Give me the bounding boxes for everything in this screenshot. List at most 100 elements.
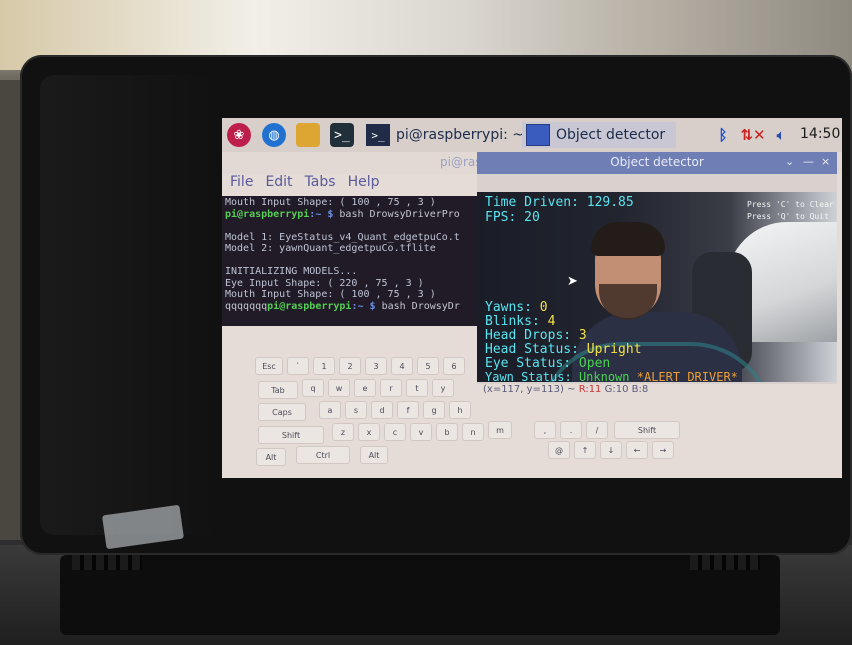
mouse-cursor-icon: ➤ xyxy=(567,274,578,289)
taskbar: ❀ ◍ >_ >_ pi@raspberrypi: ~ Object detec… xyxy=(222,118,842,153)
key-e[interactable]: e xyxy=(354,379,376,397)
key-alt-right[interactable]: Alt xyxy=(360,446,388,464)
terminal-line: Mouth Input Shape: ( 100 , 75 , 3 ) xyxy=(225,289,436,300)
key-tab[interactable]: Tab xyxy=(258,381,298,399)
key-x[interactable]: x xyxy=(358,423,380,441)
key-b[interactable]: b xyxy=(436,423,458,441)
key-c[interactable]: c xyxy=(384,423,406,441)
key-z[interactable]: z xyxy=(332,423,354,441)
yawns-value: 0 xyxy=(539,300,548,315)
key-caps[interactable]: Caps xyxy=(258,403,306,421)
pixel-blue: B:8 xyxy=(631,384,649,395)
key-a[interactable]: a xyxy=(319,401,341,419)
key-3[interactable]: 3 xyxy=(365,357,387,375)
key-h[interactable]: h xyxy=(449,401,471,419)
key-4[interactable]: 4 xyxy=(391,357,413,375)
terminal-title: pi@ras xyxy=(440,155,482,169)
device-bezel-sheen xyxy=(40,75,220,535)
blinks-value: 4 xyxy=(547,314,556,329)
head-drops-value: 3 xyxy=(578,328,587,343)
key-t[interactable]: t xyxy=(406,379,428,397)
key-f[interactable]: f xyxy=(397,401,419,419)
key-comma[interactable]: , xyxy=(534,421,556,439)
key-slash[interactable]: / xyxy=(586,421,608,439)
yawn-status-label: Yawn Status: xyxy=(485,370,572,382)
key-right[interactable]: → xyxy=(652,441,674,459)
yawns-label: Yawns: xyxy=(485,300,532,315)
prompt-command: bash DrowsyDr xyxy=(375,300,460,312)
key-2[interactable]: 2 xyxy=(339,357,361,375)
key-y[interactable]: y xyxy=(432,379,454,397)
raspberry-menu-icon[interactable]: ❀ xyxy=(227,123,251,147)
pixel-green: G:10 xyxy=(604,384,629,395)
blinks-row: Blinks: 4 xyxy=(485,314,555,329)
menu-help[interactable]: Help xyxy=(348,174,380,196)
key-alt-left[interactable]: Alt xyxy=(256,448,286,466)
eye-status-value: Open xyxy=(578,356,611,371)
menu-file[interactable]: File xyxy=(230,174,253,196)
photo-scene: ❀ ◍ >_ >_ pi@raspberrypi: ~ Object detec… xyxy=(0,0,852,645)
head-drops-row: Head Drops: 3 xyxy=(485,328,587,343)
head-status-row: Head Status: Upright xyxy=(485,342,642,357)
key-down[interactable]: ↓ xyxy=(600,441,622,459)
key-d[interactable]: d xyxy=(371,401,393,419)
driver-hair xyxy=(591,222,665,256)
maximize-icon[interactable]: — xyxy=(803,155,814,168)
terminal-output[interactable]: Mouth Input Shape: ( 100 , 75 , 3 ) pi@r… xyxy=(222,196,480,326)
key-w[interactable]: w xyxy=(328,379,350,397)
key-n[interactable]: n xyxy=(462,423,484,441)
detector-titlebar[interactable]: Object detector ⌄ — × xyxy=(477,152,837,174)
menu-edit[interactable]: Edit xyxy=(265,174,292,196)
head-status-label: Head Status: xyxy=(485,342,579,357)
prompt-prefix: qqqqqqq xyxy=(225,300,268,312)
key-up[interactable]: ↑ xyxy=(574,441,596,459)
key-ctrl[interactable]: Ctrl xyxy=(296,446,350,464)
menu-tabs[interactable]: Tabs xyxy=(305,174,336,196)
yawns-row: Yawns: 0 xyxy=(485,300,548,315)
car-pillar xyxy=(0,80,22,540)
eye-status-label: Eye Status: xyxy=(485,356,572,371)
key-left[interactable]: ← xyxy=(626,441,648,459)
key-period[interactable]: . xyxy=(560,421,582,439)
volume-icon[interactable]: 🔈︎ xyxy=(770,124,792,146)
taskbar-terminal-label: pi@raspberrypi: ~ xyxy=(396,127,525,143)
prompt-user: pi@raspberrypi xyxy=(267,300,352,312)
key-6[interactable]: 6 xyxy=(443,357,465,375)
key-shift-right[interactable]: Shift xyxy=(614,421,680,439)
key-at[interactable]: @ xyxy=(548,441,570,459)
key-1[interactable]: 1 xyxy=(313,357,335,375)
file-manager-icon[interactable] xyxy=(296,123,320,147)
minimize-icon[interactable]: ⌄ xyxy=(785,155,794,168)
terminal-line: qqqqqqqpi@raspberrypi:~ $ bash DrowsyDr xyxy=(225,301,477,313)
key-r[interactable]: r xyxy=(380,379,402,397)
network-disconnected-icon[interactable]: ⇅✕ xyxy=(740,124,765,146)
key-shift-left[interactable]: Shift xyxy=(258,426,324,444)
close-icon[interactable]: × xyxy=(821,155,830,168)
key-m[interactable]: m xyxy=(488,421,512,439)
terminal-line: Mouth Input Shape: ( 100 , 75 , 3 ) xyxy=(225,197,436,208)
key-s[interactable]: s xyxy=(345,401,367,419)
taskbar-terminal-task[interactable]: >_ pi@raspberrypi: ~ xyxy=(362,122,531,148)
clock[interactable]: 14:50 xyxy=(800,126,840,142)
raspberry-pi-screen: ❀ ◍ >_ >_ pi@raspberrypi: ~ Object detec… xyxy=(222,118,842,478)
detector-statusbar: (x=117, y=113) ~ R:11 G:10 B:8 xyxy=(477,384,842,400)
camera-feed[interactable]: ➤ Time Driven: 129.85 FPS: 20 Press 'C' … xyxy=(477,192,837,382)
terminal-menubar: File Edit Tabs Help xyxy=(222,174,490,196)
yawn-status-row: Yawn Status: Unknown *ALERT DRIVER* xyxy=(485,370,738,382)
key-5[interactable]: 5 xyxy=(417,357,439,375)
prompt-command: bash DrowsyDriverPro xyxy=(333,208,460,220)
key-esc[interactable]: Esc xyxy=(255,357,283,375)
browser-icon[interactable]: ◍ xyxy=(262,123,286,147)
head-drops-label: Head Drops: xyxy=(485,328,572,343)
key-backtick[interactable]: ` xyxy=(287,357,309,375)
prompt-user: pi@raspberrypi xyxy=(225,208,310,220)
key-v[interactable]: v xyxy=(410,423,432,441)
key-g[interactable]: g xyxy=(423,401,445,419)
taskbar-detector-task[interactable]: Object detector xyxy=(522,122,676,148)
terminal-icon[interactable]: >_ xyxy=(330,123,354,147)
prompt-path: :~ $ xyxy=(351,300,376,312)
key-q[interactable]: q xyxy=(302,379,324,397)
bluetooth-icon[interactable]: ᛒ xyxy=(714,124,732,146)
